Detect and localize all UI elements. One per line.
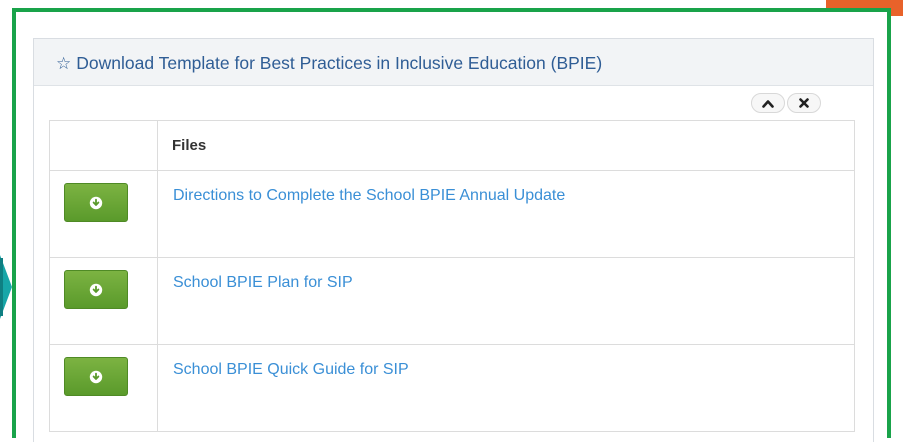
file-link[interactable]: School BPIE Quick Guide for SIP bbox=[173, 361, 409, 379]
file-link[interactable]: School BPIE Plan for SIP bbox=[173, 274, 353, 292]
download-icon bbox=[89, 196, 103, 209]
widget-title: ☆ Download Template for Best Practices in… bbox=[56, 53, 602, 74]
table-header-row: Files bbox=[49, 120, 855, 171]
download-button[interactable] bbox=[64, 183, 128, 222]
chevron-up-icon bbox=[762, 99, 774, 108]
action-cell bbox=[49, 257, 158, 345]
file-cell: Directions to Complete the School BPIE A… bbox=[157, 170, 855, 258]
files-table: Files Directions to Complete the School … bbox=[49, 120, 855, 432]
table-row: School BPIE Quick Guide for SIP bbox=[49, 344, 855, 432]
download-widget: ☆ Download Template for Best Practices in… bbox=[33, 38, 874, 442]
table-row: School BPIE Plan for SIP bbox=[49, 257, 855, 345]
download-button[interactable] bbox=[64, 270, 128, 309]
download-icon bbox=[89, 370, 103, 383]
widget-tools bbox=[751, 93, 821, 113]
background-teal-line bbox=[0, 258, 3, 316]
column-header-files: Files bbox=[157, 120, 855, 171]
close-icon bbox=[799, 98, 809, 108]
download-button[interactable] bbox=[64, 357, 128, 396]
file-cell: School BPIE Plan for SIP bbox=[157, 257, 855, 345]
action-cell bbox=[49, 170, 158, 258]
download-icon bbox=[89, 283, 103, 296]
file-link[interactable]: Directions to Complete the School BPIE A… bbox=[173, 187, 565, 205]
widget-header: ☆ Download Template for Best Practices in… bbox=[34, 39, 873, 86]
action-cell bbox=[49, 344, 158, 432]
widget-title-text: Download Template for Best Practices in … bbox=[76, 53, 603, 73]
column-header-action bbox=[49, 120, 158, 171]
highlight-box: ☆ Download Template for Best Practices in… bbox=[12, 8, 891, 442]
star-icon: ☆ bbox=[56, 54, 72, 73]
table-row: Directions to Complete the School BPIE A… bbox=[49, 170, 855, 258]
close-button[interactable] bbox=[787, 93, 821, 113]
file-cell: School BPIE Quick Guide for SIP bbox=[157, 344, 855, 432]
collapse-button[interactable] bbox=[751, 93, 785, 113]
